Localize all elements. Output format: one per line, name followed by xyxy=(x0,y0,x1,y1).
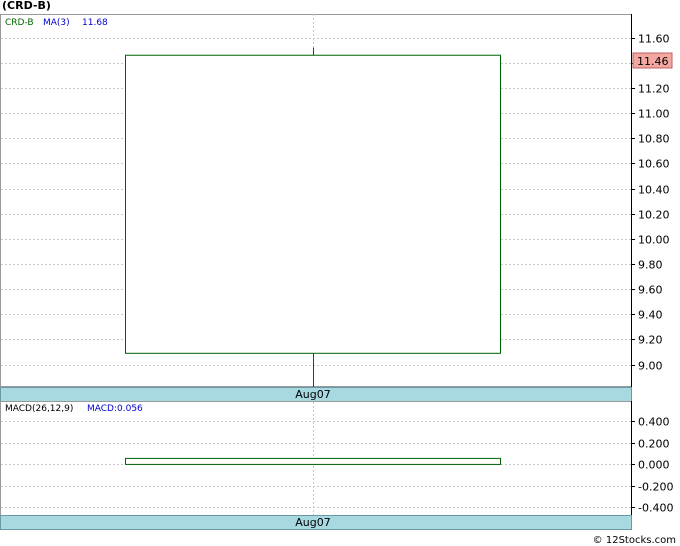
price-tick-label: 9.40 xyxy=(638,309,663,322)
macd-bars xyxy=(125,457,501,465)
price-tick-label: 9.00 xyxy=(638,360,663,373)
price-tick-label: 10.00 xyxy=(638,234,670,247)
macd-value-label: MACD:0.056 xyxy=(87,404,143,414)
price-tick-label: 10.60 xyxy=(638,158,670,171)
macd-indicator-label: MACD(26,12,9) xyxy=(5,404,73,414)
macd-tick-label: 0.000 xyxy=(638,459,670,472)
ticker-label: CRD-B xyxy=(5,18,34,28)
ma-value: 11.68 xyxy=(82,18,108,28)
footer-credit: © 12Stocks.com xyxy=(592,535,676,546)
price-date-label: Aug07 xyxy=(295,388,330,401)
candle-body xyxy=(125,54,501,354)
price-tick-label: 9.60 xyxy=(638,284,663,297)
price-tick-label: 10.20 xyxy=(638,209,670,222)
price-tick-label: 10.80 xyxy=(638,133,670,146)
stock-chart: 11.6011.4011.2011.0010.8010.6010.4010.20… xyxy=(0,14,673,530)
macd-tick-label: -0.400 xyxy=(638,502,673,515)
candles xyxy=(125,47,501,388)
macd-date-label: Aug07 xyxy=(295,516,330,529)
price-tick-label: 9.20 xyxy=(638,334,663,347)
macd-tick-label: 0.200 xyxy=(638,438,670,451)
macd-tick-label: -0.200 xyxy=(638,481,673,494)
price-tick-label: 11.20 xyxy=(638,83,670,96)
price-tick-label: 9.80 xyxy=(638,259,663,272)
price-tick-labels: 11.6011.4011.2011.0010.8010.6010.4010.20… xyxy=(631,33,670,373)
price-tick-label: 11.60 xyxy=(638,33,670,46)
macd-tick-labels: 0.400 0.200 0.000 -0.200 -0.400 xyxy=(631,416,673,515)
price-tick-label: 10.40 xyxy=(638,184,670,197)
macd-bar xyxy=(125,457,501,465)
macd-tick-label: 0.400 xyxy=(638,416,670,429)
ma-label: MA(3) xyxy=(43,18,70,28)
last-price-value: 11.46 xyxy=(637,55,669,68)
price-tick-label: 11.00 xyxy=(638,108,670,121)
